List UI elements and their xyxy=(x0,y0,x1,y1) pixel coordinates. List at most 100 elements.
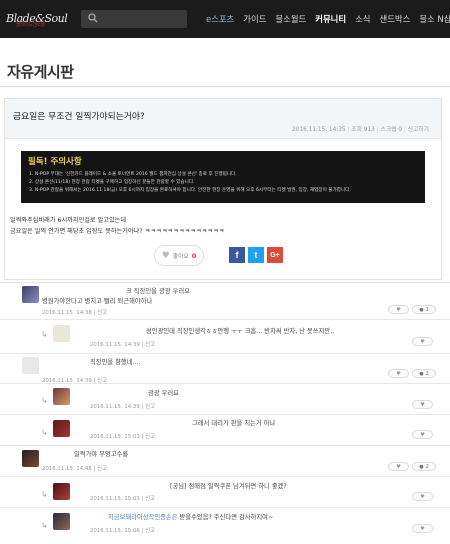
divider xyxy=(0,319,450,320)
heart-icon: ♥ xyxy=(161,250,170,261)
like-button[interactable]: ♥ xyxy=(412,337,433,346)
reply-arrow-icon: ↳ xyxy=(41,521,48,530)
report-link[interactable]: 신고 xyxy=(145,404,155,410)
notice-line: 2. 상설 콘선(11/18) 현장 관람 티켓을 구매하고 입장하신 분들만 … xyxy=(29,180,195,185)
avatar[interactable] xyxy=(53,325,70,342)
report-link[interactable]: 신고 xyxy=(145,434,155,440)
comment-text: 광광 우러요 xyxy=(148,390,179,397)
comment-text: 크 직장인을 광광 우러요 xyxy=(126,288,190,295)
comment-icon: ● xyxy=(419,370,424,377)
comment-icon: ● xyxy=(419,463,424,470)
avatar[interactable] xyxy=(53,388,70,405)
avatar[interactable] xyxy=(22,450,39,467)
nav-item-community[interactable]: 커뮤니티 xyxy=(315,13,346,25)
search-icon xyxy=(88,13,98,23)
avatar[interactable] xyxy=(53,420,70,437)
like-button[interactable]: ♥ xyxy=(388,462,409,471)
reply-count: 2 xyxy=(425,463,429,470)
comment-text: [궁님] 점매점 일찍쿠폰 남겨뒤면 하니 좋겠? xyxy=(170,483,287,490)
reply-count: 2 xyxy=(425,370,429,377)
like-button[interactable]: ♥ 좋아요 0 xyxy=(154,245,204,266)
reply-arrow-icon: ↳ xyxy=(41,396,48,405)
avatar[interactable] xyxy=(53,513,70,530)
divider xyxy=(0,383,450,384)
search-input[interactable] xyxy=(81,10,187,28)
replies-button[interactable]: ● 1 xyxy=(412,305,436,314)
divider xyxy=(0,445,450,446)
heart-icon: ♥ xyxy=(420,493,425,500)
like-button[interactable]: ♥ xyxy=(412,430,433,439)
comment-meta: 2016.11.15. 15:03 | 신고 xyxy=(90,496,155,502)
heart-icon: ♥ xyxy=(420,401,425,408)
reply-arrow-icon: ↳ xyxy=(41,428,48,437)
comment-mention: 지금보돼라이상작인증손은 xyxy=(108,514,180,521)
comment-date: 2016.11.15. 14:48 xyxy=(42,466,92,472)
report-link[interactable]: 신고하기 xyxy=(408,127,429,133)
comment-date: 2016.11.15. 15:03 xyxy=(90,496,140,502)
avatar[interactable] xyxy=(53,483,70,500)
nav-item-esports[interactable]: e스포츠 xyxy=(206,13,234,25)
replies-button[interactable]: ● 2 xyxy=(412,369,436,378)
notice-title: 필독! 주의사항 xyxy=(28,157,82,167)
main-nav: e스포츠 가이드 블소월드 커뮤니티 소식 샌드박스 블소 N샵 xyxy=(206,0,450,38)
post-body-line: 일찍와주십비래가 6시까지인걸로 알고있는데 xyxy=(10,217,127,224)
post-meta: 2016.11.15. 14:35 | 조회 913 | 스크랩 0 | 신고하… xyxy=(292,127,429,133)
comment-date: 2016.11.15. 14:39 xyxy=(90,404,140,410)
report-link[interactable]: 신고 xyxy=(145,528,155,534)
comment-meta: 2016.11.15. 14:48 | 신고 xyxy=(42,466,107,472)
report-link[interactable]: 신고 xyxy=(97,310,107,316)
report-link[interactable]: 신고 xyxy=(145,496,155,502)
post-header: 금요일은 무조건 일찍가야되는거야? 2016.11.15. 14:35 | 조… xyxy=(5,99,441,139)
comment-meta: 2016.11.15. 14:38 | 신고 xyxy=(42,310,107,316)
replies-button[interactable]: ● 2 xyxy=(412,462,436,471)
facebook-share-button[interactable]: f xyxy=(229,247,245,263)
logo[interactable]: Blade&Soul 블레이드앤소울 xyxy=(6,7,68,31)
top-navigation-bar: Blade&Soul 블레이드앤소울 e스포츠 가이드 블소월드 커뮤니티 소식… xyxy=(0,0,450,38)
comment-text: 그래서 대리가 판을 치는거 아냐 xyxy=(192,420,276,427)
reply-arrow-icon: ↳ xyxy=(41,330,48,339)
post-card: 금요일은 무조건 일찍가야되는거야? 2016.11.15. 14:35 | 조… xyxy=(4,98,442,280)
comment-icon: ● xyxy=(419,306,424,313)
report-link[interactable]: 신고 xyxy=(145,342,155,348)
divider xyxy=(0,86,450,87)
nav-item-world[interactable]: 블소월드 xyxy=(275,13,306,25)
like-button[interactable]: ♥ xyxy=(412,524,433,533)
heart-icon: ♥ xyxy=(420,338,425,345)
post-scrap[interactable]: 스크랩 0 xyxy=(380,127,402,133)
like-button[interactable]: ♥ xyxy=(388,305,409,314)
divider xyxy=(0,414,450,415)
heart-icon: ♥ xyxy=(396,306,401,313)
reply-arrow-icon: ↳ xyxy=(41,490,48,499)
heart-icon: ♥ xyxy=(396,463,401,470)
notice-line: 1. N-POP 무대는 '신한카드 블레이드 & 소울 토너먼트 2016 월… xyxy=(29,172,237,177)
post-body-line: 금요일은 일찍 안가면 해당초 입장도 못하는거아냐? ㅋㅋㅋㅋㅋㅋㅋㅋㅋㅋㅋㅋ… xyxy=(10,228,225,235)
divider xyxy=(0,507,450,508)
logo-subtitle: 블레이드앤소울 xyxy=(16,22,45,28)
like-button[interactable]: ♥ xyxy=(412,492,433,501)
comment-date: 2016.11.15. 15:03 xyxy=(90,434,140,440)
like-button[interactable]: ♥ xyxy=(388,369,409,378)
comment-date: 2016.11.15. 15:06 xyxy=(90,528,140,534)
nav-item-guide[interactable]: 가이드 xyxy=(243,13,266,25)
like-count: 0 xyxy=(191,251,197,260)
avatar[interactable] xyxy=(22,357,39,374)
like-button[interactable]: ♥ xyxy=(412,400,433,409)
reply-count: 1 xyxy=(425,306,429,313)
avatar[interactable] xyxy=(22,286,39,303)
comment-meta: 2016.11.15. 15:03 | 신고 xyxy=(90,434,155,440)
report-link[interactable]: 신고 xyxy=(97,466,107,472)
like-label: 좋아요 xyxy=(172,254,189,260)
twitter-share-button[interactable]: t xyxy=(248,247,264,263)
notice-box: 필독! 주의사항 1. N-POP 무대는 '신한카드 블레이드 & 소울 토너… xyxy=(21,151,425,203)
heart-icon: ♥ xyxy=(396,370,401,377)
comment-text: 성인광인데 직장인생각ㅎㅎ만행 ㅜㅜ 크흠... 반차써 반차, 난 못쓰지만.… xyxy=(146,328,335,335)
google-share-button[interactable]: G+ xyxy=(267,247,283,263)
comment-text: 직장인을 향했네.... xyxy=(90,359,141,366)
nav-item-sandbox[interactable]: 샌드박스 xyxy=(379,13,410,25)
comment-meta: 2016.11.15. 14:39 | 신고 xyxy=(90,342,155,348)
divider xyxy=(0,282,450,283)
post-title: 금요일은 무조건 일찍가야되는거야? xyxy=(13,112,145,122)
nav-item-news[interactable]: 소식 xyxy=(355,13,370,25)
nav-item-nshop[interactable]: 블소 N샵 xyxy=(419,13,450,25)
post-views: 조회 913 xyxy=(351,127,375,133)
